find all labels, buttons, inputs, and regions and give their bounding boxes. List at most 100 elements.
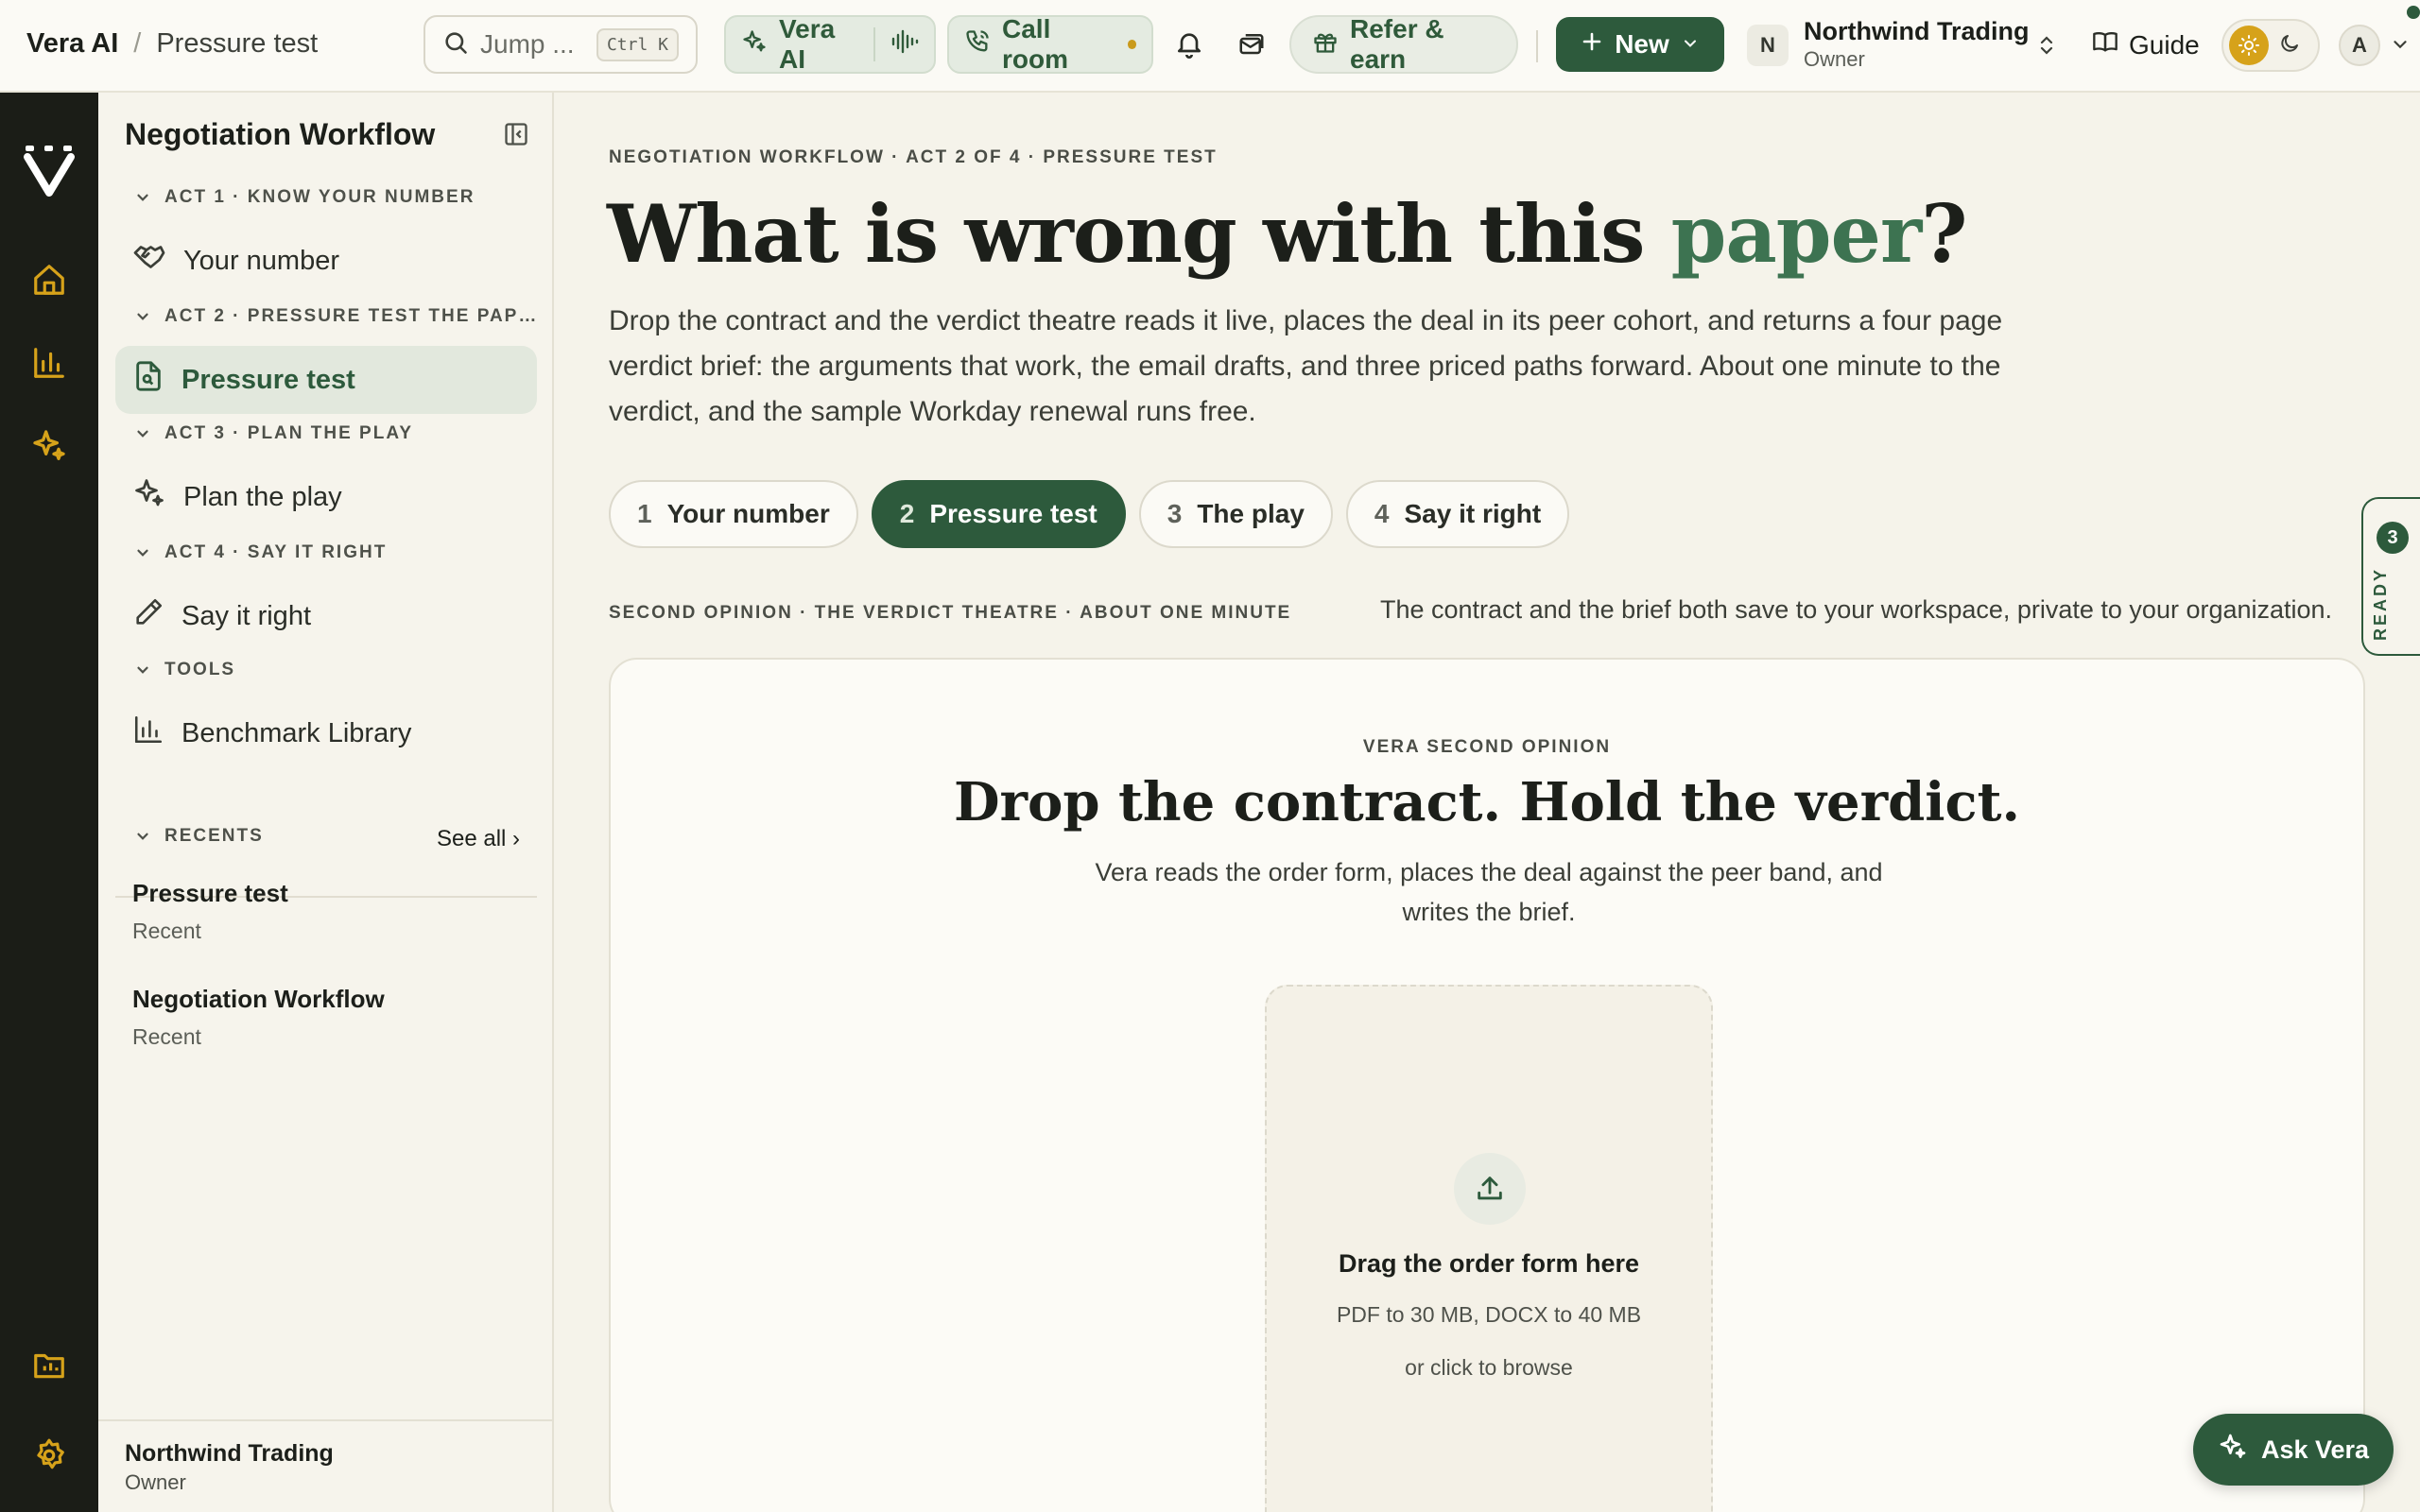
vera-logo-icon[interactable] — [21, 142, 78, 198]
section-act-3[interactable]: ACT 3 · PLAN THE PLAY — [134, 423, 413, 444]
second-opinion-label: SECOND OPINION · THE VERDICT THEATRE · A… — [609, 603, 1292, 623]
vera-ai-label: Vera AI — [779, 14, 836, 74]
sidebar-item-plan-the-play[interactable]: Plan the play — [115, 463, 537, 531]
browse-link[interactable]: or click to browse — [1267, 1355, 1711, 1381]
org-switcher-name[interactable]: Northwind Trading — [1804, 17, 2029, 46]
sidebar-item-your-number[interactable]: Your number — [115, 227, 537, 295]
notifications-button[interactable] — [1168, 25, 1210, 66]
sparkle-icon — [2218, 1432, 2248, 1469]
plus-icon — [1581, 29, 1603, 60]
step-number: 1 — [637, 499, 652, 528]
page-description: Drop the contract and the verdict theatr… — [609, 305, 2003, 427]
chevron-down-icon[interactable] — [2390, 34, 2411, 60]
recent-item-sub: Recent — [132, 1024, 201, 1049]
bar-chart-icon[interactable] — [26, 340, 72, 386]
recent-item-title[interactable]: Pressure test — [132, 879, 288, 908]
sidebar-item-label: Say it right — [182, 600, 311, 631]
card-title: Drop the contract. Hold the verdict. — [953, 771, 2020, 833]
contract-dropzone[interactable]: Drag the order form here PDF to 30 MB, D… — [1265, 985, 1713, 1512]
section-label: ACT 1 · KNOW YOUR NUMBER — [164, 187, 475, 207]
voice-waveform-icon[interactable] — [890, 28, 919, 61]
sidebar-title: Negotiation Workflow — [125, 117, 436, 151]
tab-say-it-right[interactable]: 4 Say it right — [1345, 480, 1570, 548]
chevron-down-icon — [137, 313, 148, 320]
divider — [1536, 30, 1538, 62]
sidebar-footer-org[interactable]: Northwind Trading Owner — [98, 1419, 554, 1512]
breadcrumb-current-page: Pressure test — [156, 28, 319, 59]
section-tools[interactable]: TOOLS — [134, 660, 235, 680]
sparkle-icon — [741, 28, 768, 61]
tab-your-number[interactable]: 1 Your number — [609, 480, 858, 548]
card-subtitle: Vera reads the order form, places the de… — [1095, 858, 1883, 926]
ready-label: READY — [2371, 566, 2390, 641]
sidebar-item-label: Benchmark Library — [182, 717, 412, 748]
search-shortcut: Ctrl K — [596, 27, 679, 61]
chevrons-up-down-icon[interactable] — [2036, 32, 2057, 63]
breadcrumb-separator: / — [133, 28, 142, 59]
divider — [873, 27, 875, 61]
card-eyebrow: VERA SECOND OPINION — [1362, 737, 1612, 757]
breadcrumb-app[interactable]: Vera AI — [26, 28, 118, 60]
collapse-sidebar-icon[interactable] — [503, 121, 529, 152]
ready-count-badge: 3 — [2377, 522, 2409, 554]
sidebar-item-label: Plan the play — [183, 481, 342, 512]
org-switcher-role: Owner — [1804, 47, 1865, 71]
theme-toggle[interactable] — [2221, 19, 2320, 72]
left-rail — [0, 93, 98, 1512]
title-accent: paper — [1670, 187, 1923, 281]
sparkle-icon — [132, 476, 166, 518]
sidebar-item-pressure-test[interactable]: Pressure test — [115, 346, 537, 414]
step-label: Pressure test — [929, 499, 1098, 528]
recent-item-sub: Recent — [132, 919, 201, 943]
chevron-down-icon — [137, 833, 148, 840]
home-icon[interactable] — [26, 257, 72, 302]
sidebar-item-label: Your number — [183, 245, 339, 276]
gear-icon[interactable] — [26, 1433, 72, 1478]
jump-search[interactable]: Jump ... Ctrl K — [424, 15, 698, 74]
vera-ai-button[interactable]: Vera AI — [724, 14, 936, 74]
recent-item-title[interactable]: Negotiation Workflow — [132, 985, 385, 1014]
step-tabs: 1 Your number 2 Pressure test 3 The play… — [609, 480, 1570, 548]
sidebar-item-benchmark-library[interactable]: Benchmark Library — [115, 699, 537, 767]
refer-earn-button[interactable]: Refer & earn — [1289, 14, 1518, 74]
chevron-down-icon — [1681, 29, 1700, 60]
verdict-card: VERA SECOND OPINION Drop the contract. H… — [609, 658, 2365, 1512]
status-dot — [2407, 6, 2420, 19]
call-status-dot — [1127, 40, 1136, 49]
inbox-button[interactable] — [1231, 25, 1272, 66]
search-placeholder: Jump ... — [480, 29, 575, 59]
guide-button[interactable]: Guide — [2091, 28, 2200, 61]
ask-vera-label: Ask Vera — [2260, 1435, 2370, 1464]
call-room-button[interactable]: Call room — [947, 14, 1153, 74]
sidebar-item-say-it-right[interactable]: Say it right — [115, 582, 537, 650]
new-button[interactable]: New — [1556, 17, 1724, 72]
guide-label: Guide — [2129, 29, 2200, 60]
upload-icon — [1454, 1153, 1526, 1225]
section-act-1[interactable]: ACT 1 · KNOW YOUR NUMBER — [134, 187, 475, 208]
section-act-2[interactable]: ACT 2 · PRESSURE TEST THE PAP… — [134, 306, 538, 327]
new-label: New — [1615, 29, 1669, 59]
ready-drawer-tab[interactable]: 3 READY — [2361, 497, 2420, 656]
chevron-down-icon — [137, 666, 148, 674]
folder-chart-icon[interactable] — [26, 1342, 72, 1387]
gift-icon — [1312, 28, 1339, 61]
page-eyebrow: NEGOTIATION WORKFLOW · ACT 2 OF 4 · PRES… — [609, 147, 1218, 167]
search-icon — [442, 29, 469, 60]
book-icon — [2091, 28, 2119, 61]
sun-icon[interactable] — [2229, 26, 2269, 65]
privacy-note: The contract and the brief both save to … — [1380, 595, 2333, 624]
user-avatar[interactable]: A — [2339, 25, 2380, 66]
tab-pressure-test[interactable]: 2 Pressure test — [871, 480, 1126, 548]
section-act-4[interactable]: ACT 4 · SAY IT RIGHT — [134, 542, 387, 563]
sparkle-icon[interactable] — [26, 423, 72, 469]
section-recents[interactable]: RECENTS — [134, 826, 264, 847]
ask-vera-button[interactable]: Ask Vera — [2193, 1414, 2394, 1486]
moon-icon[interactable] — [2278, 32, 2301, 60]
chevron-down-icon — [137, 194, 148, 201]
tab-the-play[interactable]: 3 The play — [1138, 480, 1333, 548]
org-initial-badge[interactable]: N — [1747, 25, 1789, 66]
section-label: ACT 2 · PRESSURE TEST THE PAP… — [164, 306, 539, 326]
mail-stack-icon — [1237, 29, 1266, 62]
refer-earn-label: Refer & earn — [1350, 14, 1444, 74]
see-all-link[interactable]: See all › — [437, 826, 520, 852]
